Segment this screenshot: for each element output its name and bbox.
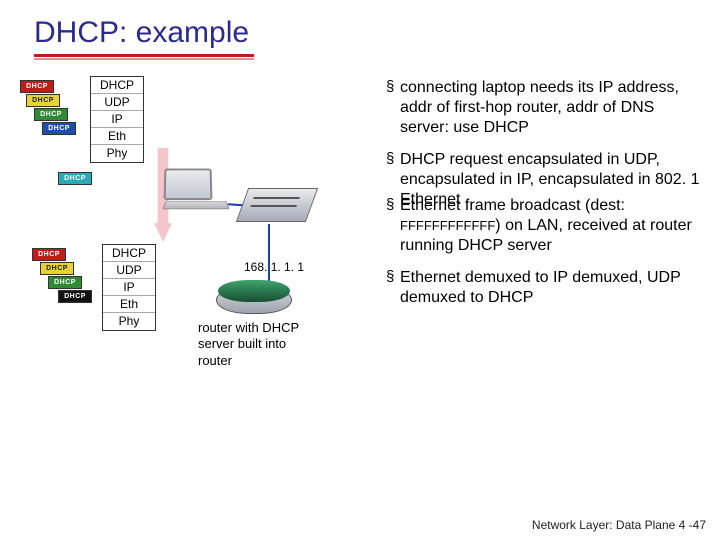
tag-dhcp: DHCP bbox=[42, 122, 76, 135]
stack-row: IP bbox=[103, 279, 155, 296]
protocol-stack-router: DHCP UDP IP Eth Phy bbox=[102, 244, 156, 331]
tag-dhcp: DHCP bbox=[20, 80, 54, 93]
bullet-list: connecting laptop needs its IP address, … bbox=[386, 78, 704, 320]
slide-footer: Network Layer: Data Plane 4 -47 bbox=[532, 518, 706, 532]
tag-dhcp: DHCP bbox=[40, 262, 74, 275]
bullet-item: Ethernet demuxed to IP demuxed, UDP demu… bbox=[386, 268, 704, 320]
tag-dhcp: DHCP bbox=[58, 290, 92, 303]
stack-row: Phy bbox=[91, 145, 143, 162]
stack-row: DHCP bbox=[103, 245, 155, 262]
router-ip-label: 168. 1. 1. 1 bbox=[244, 260, 304, 274]
router-caption: router with DHCP server built into route… bbox=[198, 320, 348, 369]
router-caption-line: server built into bbox=[198, 336, 348, 352]
tag-dhcp: DHCP bbox=[26, 94, 60, 107]
stack-row: UDP bbox=[103, 262, 155, 279]
tag-dhcp: DHCP bbox=[48, 276, 82, 289]
title-underline bbox=[34, 54, 254, 58]
stack-row: DHCP bbox=[91, 77, 143, 94]
protocol-stack-laptop: DHCP UDP IP Eth Phy bbox=[90, 76, 144, 163]
bullet-item: connecting laptop needs its IP address, … bbox=[386, 78, 704, 150]
stack-row: IP bbox=[91, 111, 143, 128]
tag-dhcp: DHCP bbox=[34, 108, 68, 121]
diagram-area: DHCP DHCP DHCP DHCP DHCP UDP IP Eth Phy … bbox=[20, 76, 380, 406]
tag-dhcp: DHCP bbox=[58, 172, 92, 185]
stack-row: UDP bbox=[91, 94, 143, 111]
tag-dhcp: DHCP bbox=[32, 248, 66, 261]
switch-icon bbox=[236, 188, 318, 222]
laptop-icon bbox=[164, 168, 234, 218]
mac-address: FFFFFFFFFFFF bbox=[400, 218, 495, 233]
slide-title: DHCP: example bbox=[0, 0, 720, 54]
router-caption-line: router bbox=[198, 353, 348, 369]
router-icon bbox=[216, 280, 292, 314]
stack-row: Phy bbox=[103, 313, 155, 330]
router-caption-line: router with DHCP bbox=[198, 320, 348, 336]
bullet-text: Ethernet frame broadcast (dest: bbox=[400, 197, 625, 214]
link bbox=[268, 224, 270, 284]
stack-row: Eth bbox=[103, 296, 155, 313]
bullet-item: Ethernet frame broadcast (dest: FFFFFFFF… bbox=[386, 196, 704, 268]
stack-row: Eth bbox=[91, 128, 143, 145]
